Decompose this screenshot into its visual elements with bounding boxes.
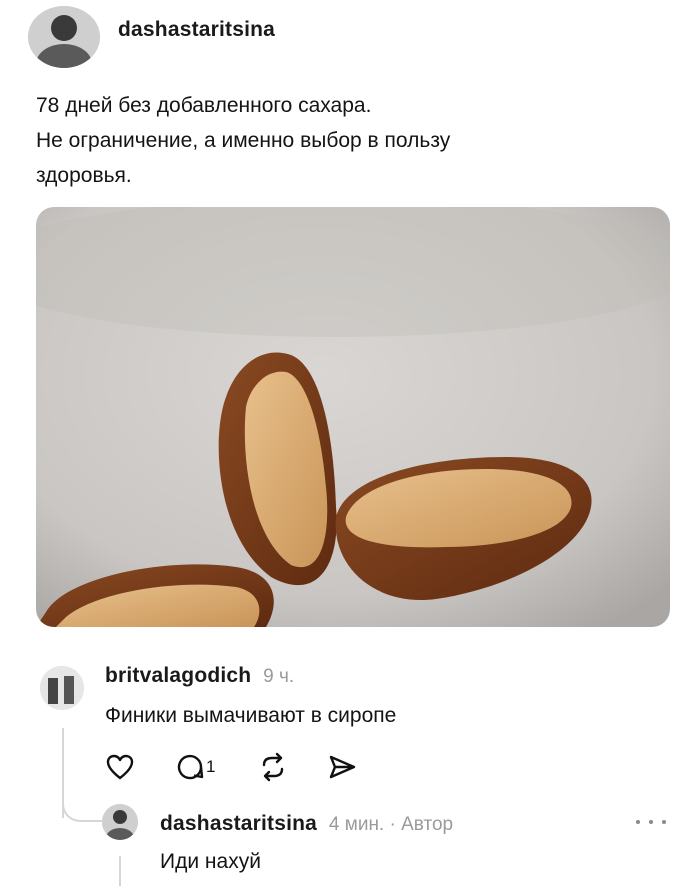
comment-button[interactable]: 1 bbox=[175, 752, 215, 782]
author-reply-meta: 4 мин. · Автор bbox=[328, 814, 454, 835]
repost-icon bbox=[262, 752, 284, 782]
reply-header: britvalagodich 9 ч. bbox=[105, 664, 294, 688]
comment-count: 1 bbox=[206, 757, 216, 776]
like-button[interactable] bbox=[105, 752, 135, 782]
thread-line bbox=[119, 856, 121, 886]
post-author-avatar[interactable] bbox=[28, 6, 100, 68]
post-author-username[interactable]: dashastaritsina bbox=[118, 18, 275, 42]
dates-photo bbox=[36, 207, 670, 627]
post-text-line: Не ограничение, а именно выбор в пользу bbox=[36, 129, 451, 152]
avatar-photo bbox=[40, 666, 84, 710]
reply-author-username[interactable]: britvalagodich bbox=[105, 664, 251, 687]
share-button[interactable] bbox=[327, 752, 357, 782]
reply-author-avatar[interactable] bbox=[40, 666, 84, 710]
more-icon-dot bbox=[636, 820, 640, 824]
reply-timestamp: 9 ч. bbox=[263, 666, 295, 687]
post-text-line: 78 дней без добавленного сахара. bbox=[36, 94, 372, 117]
more-options-button[interactable] bbox=[636, 812, 666, 832]
author-reply-avatar[interactable] bbox=[102, 804, 138, 840]
send-icon bbox=[329, 755, 356, 779]
comment-icon bbox=[175, 752, 205, 782]
post-image[interactable] bbox=[36, 207, 670, 627]
author-reply-header: dashastaritsina 4 мин. · Автор bbox=[160, 812, 453, 836]
avatar-photo bbox=[28, 6, 100, 68]
author-reply-username[interactable]: dashastaritsina bbox=[160, 812, 317, 835]
post-text: 78 дней без добавленного сахара. Не огра… bbox=[36, 88, 636, 193]
post-text-line: здоровья. bbox=[36, 164, 132, 187]
avatar-photo bbox=[102, 804, 138, 840]
more-icon-dot bbox=[662, 820, 666, 824]
author-reply-text: Иди нахуй bbox=[160, 850, 261, 873]
more-icon-dot bbox=[649, 820, 653, 824]
repost-button[interactable] bbox=[258, 752, 288, 782]
thread-curve bbox=[62, 790, 102, 822]
reply-text: Финики вымачивают в сиропе bbox=[105, 704, 397, 727]
heart-icon bbox=[106, 754, 134, 780]
